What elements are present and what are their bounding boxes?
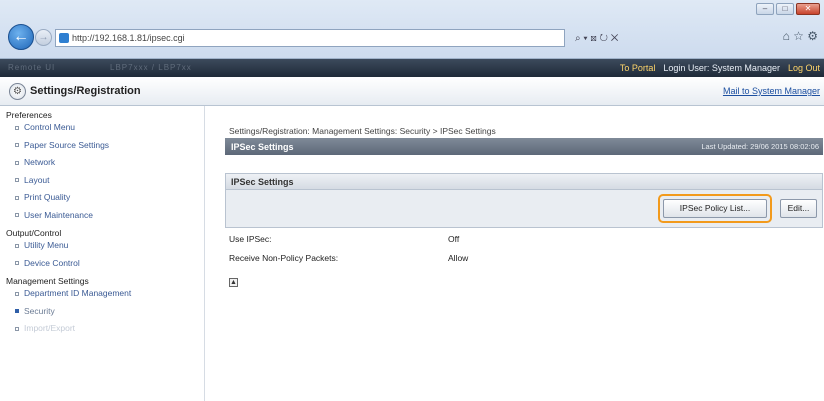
- sidebar-item-label: Print Quality: [24, 192, 71, 202]
- ipsec-settings-subheader: IPSec Settings: [225, 173, 823, 190]
- edit-button[interactable]: Edit...: [780, 199, 817, 218]
- sidebar-item-paper-source-settings[interactable]: Paper Source Settings: [0, 137, 204, 155]
- sidebar-item-network[interactable]: Network: [0, 154, 204, 172]
- close-button[interactable]: ✕: [796, 3, 820, 15]
- mail-to-system-manager-link[interactable]: Mail to System Manager: [723, 86, 820, 96]
- back-to-top-icon[interactable]: ▲: [229, 278, 238, 287]
- bullet-icon: [15, 125, 19, 130]
- subsection-heading: IPSec Settings: [231, 177, 294, 187]
- section-heading: IPSec Settings: [231, 142, 294, 152]
- bullet-icon: [15, 213, 19, 218]
- button-bar: IPSec Policy List... Edit...: [225, 190, 823, 228]
- page-header: ⚙ Settings/Registration Mail to System M…: [0, 77, 824, 106]
- sidebar-item-label: Security: [24, 305, 55, 316]
- sidebar-item-utility-menu[interactable]: Utility Menu: [0, 237, 204, 255]
- sidebar-item-device-control[interactable]: Device Control: [0, 255, 204, 273]
- setting-label: Use IPSec:: [229, 234, 272, 244]
- sidebar-item-label: Import/Export: [24, 323, 76, 333]
- device-label: LBP7xxx / LBP7xx: [110, 63, 192, 72]
- sidebar-item-label: Control Menu: [24, 122, 76, 132]
- sidebar-item-label: Layout: [24, 174, 50, 185]
- sidebar-item-user-maintenance[interactable]: User Maintenance: [0, 207, 204, 225]
- window-buttons: – □ ✕: [756, 3, 820, 15]
- sidebar-item-label: Paper Source Settings: [24, 139, 110, 150]
- bullet-icon: [15, 195, 19, 200]
- sidebar-section-management-settings: Management Settings: [6, 276, 89, 286]
- sidebar-item-label: Department ID Management: [24, 288, 132, 298]
- sidebar: Preferences Control Menu Paper Source Se…: [0, 106, 205, 401]
- sidebar-item-layout[interactable]: Layout: [0, 172, 204, 190]
- bullet-icon: [15, 143, 19, 148]
- address-tools[interactable]: ⌕ ▾ ⊠ ↻ ✕: [575, 29, 715, 47]
- minimize-button[interactable]: –: [756, 3, 774, 15]
- setting-value: Off: [448, 234, 460, 244]
- sidebar-item-label: User Maintenance: [24, 209, 93, 220]
- brand-label: Remote UI: [8, 63, 56, 72]
- logout-link[interactable]: Log Out: [788, 63, 820, 73]
- ipsec-policy-list-button[interactable]: IPSec Policy List...: [663, 199, 767, 218]
- ipsec-settings-title-bar: IPSec Settings Last Updated: 29/06 2015 …: [225, 138, 823, 155]
- url-text: http://192.168.1.81/ipsec.cgi: [72, 33, 185, 43]
- sidebar-item-import-export[interactable]: Import/Export: [0, 320, 204, 338]
- sidebar-item-label: Device Control: [24, 257, 80, 268]
- breadcrumb: Settings/Registration: Management Settin…: [229, 126, 496, 136]
- bullet-icon: [15, 291, 19, 296]
- sidebar-item-label: Utility Menu: [24, 240, 69, 250]
- login-user-label: Login User: System Manager: [663, 63, 780, 73]
- forward-icon[interactable]: →: [35, 29, 52, 46]
- setting-value: Allow: [448, 253, 469, 263]
- sidebar-item-department-id-management[interactable]: Department ID Management: [0, 285, 204, 303]
- address-bar[interactable]: http://192.168.1.81/ipsec.cgi: [55, 29, 565, 47]
- last-updated-label: Last Updated: 29/06 2015 08:02:06: [701, 142, 819, 151]
- home-favorites-settings-icons[interactable]: ⌂ ☆ ⚙: [783, 29, 818, 43]
- maximize-button[interactable]: □: [776, 3, 794, 15]
- browser-toolbar: – □ ✕ ← → http://192.168.1.81/ipsec.cgi …: [0, 0, 824, 59]
- sidebar-item-label: Network: [24, 157, 56, 167]
- bullet-icon: [15, 326, 19, 331]
- sidebar-section-output-control: Output/Control: [6, 228, 62, 238]
- page-title: Settings/Registration: [30, 85, 141, 97]
- portal-bar: Remote UI LBP7xxx / LBP7xx To Portal Log…: [0, 59, 824, 77]
- settings-gear-icon: ⚙: [9, 83, 26, 100]
- setting-row-receive-non-policy-packets: Receive Non-Policy Packets: Allow: [229, 253, 468, 263]
- setting-row-use-ipsec: Use IPSec: Off: [229, 234, 459, 244]
- sidebar-section-preferences: Preferences: [6, 110, 52, 120]
- sidebar-item-control-menu[interactable]: Control Menu: [0, 119, 204, 137]
- bullet-icon: [15, 160, 19, 165]
- bullet-icon: [15, 178, 19, 183]
- to-portal-link[interactable]: To Portal: [620, 63, 656, 73]
- bullet-icon: [15, 243, 19, 248]
- sidebar-item-print-quality[interactable]: Print Quality: [0, 189, 204, 207]
- back-icon[interactable]: ←: [8, 24, 34, 50]
- bullet-icon: [15, 309, 19, 314]
- setting-label: Receive Non-Policy Packets:: [229, 253, 339, 263]
- site-favicon-icon: [59, 33, 69, 43]
- sidebar-item-security[interactable]: Security: [0, 303, 204, 321]
- bullet-icon: [15, 261, 19, 266]
